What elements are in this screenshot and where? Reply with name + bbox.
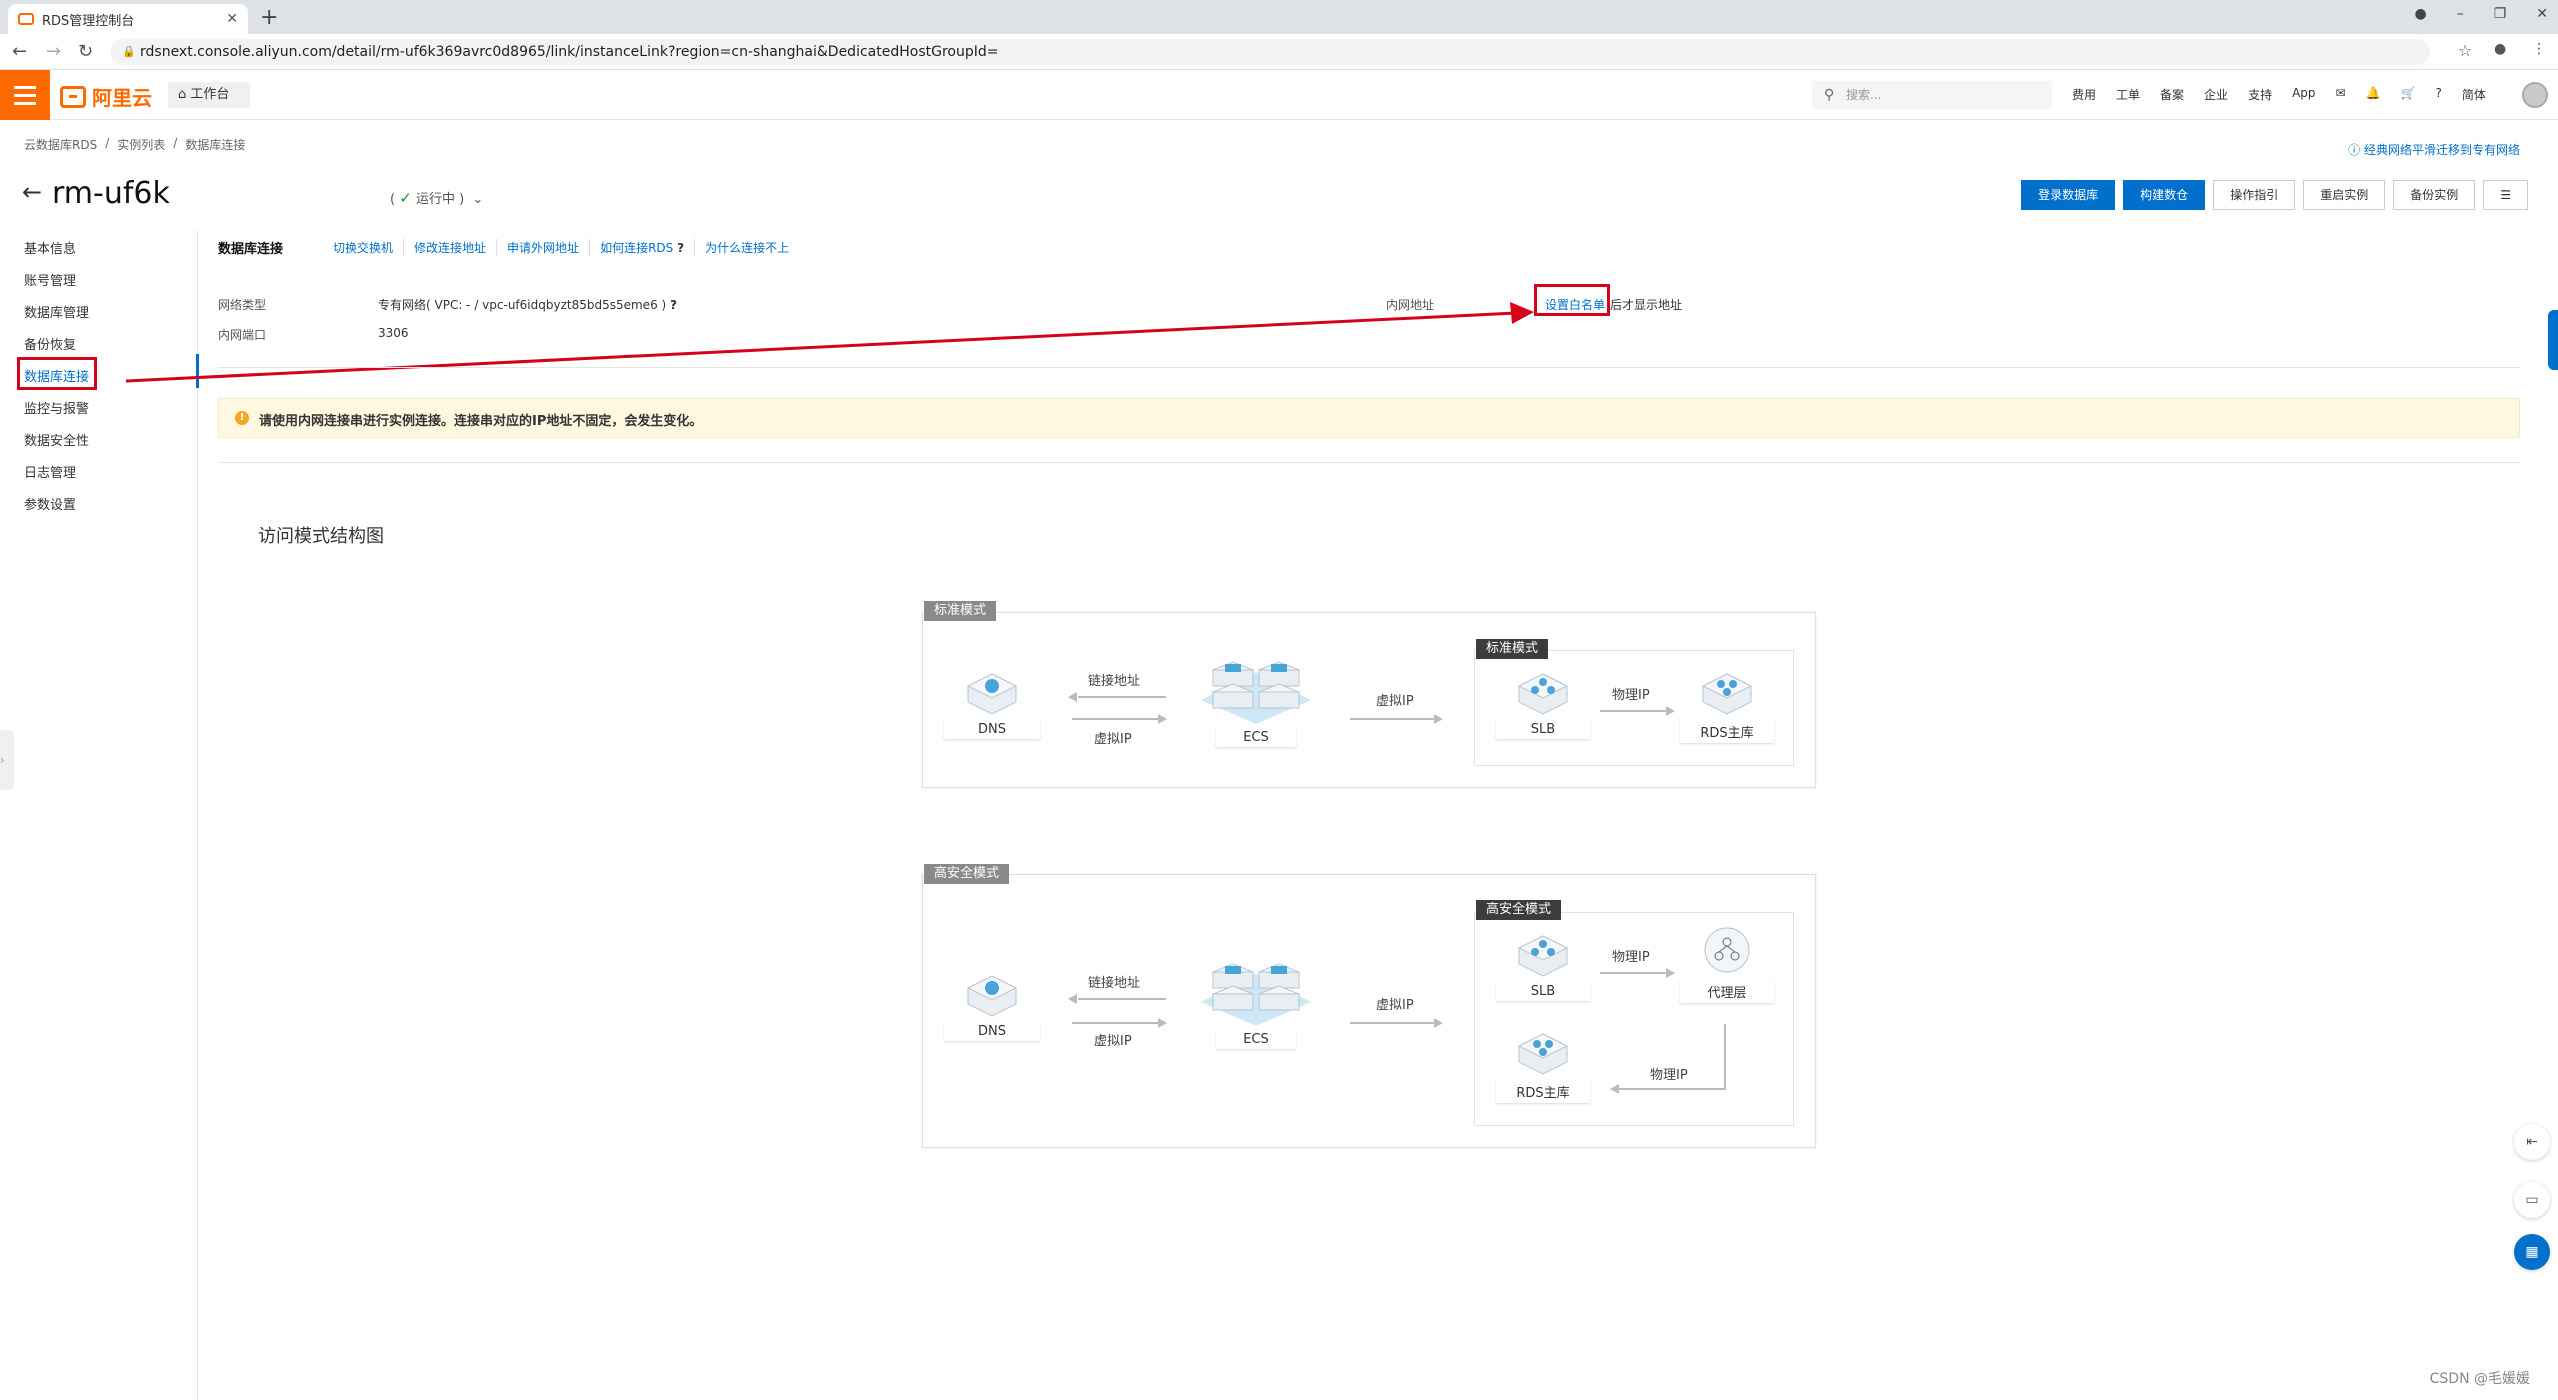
dns-label: DNS xyxy=(944,720,1040,739)
feedback-icon[interactable]: ⇤ xyxy=(2514,1124,2550,1160)
arrow-line xyxy=(1600,972,1666,974)
dns-node: DNS xyxy=(944,972,1040,1041)
arrow-line xyxy=(1072,718,1158,720)
chat-icon[interactable]: ▭ xyxy=(2514,1182,2550,1218)
dns-icon xyxy=(966,673,1018,715)
arrow-line xyxy=(1072,1022,1158,1024)
arrow-head-right xyxy=(1434,714,1443,724)
arrow-head-left xyxy=(1610,1084,1619,1094)
arrow-line xyxy=(1078,998,1166,1000)
proxy-label: 代理层 xyxy=(1680,980,1774,1003)
ecs-node: ECS xyxy=(1188,660,1324,747)
arrow-line xyxy=(1724,1024,1726,1088)
physical-ip-label: 物理IP xyxy=(1612,688,1650,703)
notice-banner: ! 请使用内网连接串进行实例连接。连接串对应的IP地址不固定，会发生变化。 xyxy=(218,398,2520,438)
rds-primary-node: RDS主库 xyxy=(1496,1030,1590,1103)
arrow-head-right xyxy=(1434,1018,1443,1028)
notice-text: 请使用内网连接串进行实例连接。连接串对应的IP地址不固定，会发生变化。 xyxy=(259,414,703,429)
link-address-label: 链接地址 xyxy=(1088,674,1141,689)
vip-back-label: 虚拟IP xyxy=(1094,732,1132,747)
watermark: CSDN @毛媛媛 xyxy=(2429,1371,2530,1387)
slb-label: SLB xyxy=(1496,720,1590,739)
dns-label: DNS xyxy=(944,1022,1040,1041)
arrow-line xyxy=(1600,710,1666,712)
ecs-label: ECS xyxy=(1216,1030,1296,1049)
slb-node: SLB xyxy=(1496,932,1590,1001)
arrow-head-left xyxy=(1068,994,1077,1004)
physical-ip-label: 物理IP xyxy=(1612,950,1650,965)
divider xyxy=(218,367,2520,368)
divider xyxy=(218,462,2520,463)
rds-icon xyxy=(1517,1033,1569,1075)
arrow-line xyxy=(1618,1088,1726,1090)
vip-back-label: 虚拟IP xyxy=(1094,1034,1132,1049)
arrow-head-left xyxy=(1068,692,1077,702)
rds-icon xyxy=(1701,673,1753,715)
ecs-icon xyxy=(1201,661,1311,724)
collapse-sidebar-handle[interactable]: › xyxy=(0,730,14,790)
apps-grid-icon[interactable]: ▦ xyxy=(2514,1234,2550,1270)
physical-ip-label-2: 物理IP xyxy=(1650,1068,1688,1083)
warning-icon: ! xyxy=(235,411,249,425)
slb-label: SLB xyxy=(1496,982,1590,1001)
arrow-line xyxy=(1350,718,1434,720)
rds-primary-node: RDS主库 xyxy=(1680,670,1774,743)
vip-label: 虚拟IP xyxy=(1376,694,1414,709)
standard-inner-tag: 标准模式 xyxy=(1476,639,1549,659)
proxy-node: 代理层 xyxy=(1680,926,1774,1003)
ecs-label: ECS xyxy=(1216,728,1296,747)
ecs-node: ECS xyxy=(1188,962,1324,1049)
secure-mode-tag: 高安全模式 xyxy=(924,864,1010,884)
vip-label: 虚拟IP xyxy=(1376,998,1414,1013)
slb-icon xyxy=(1517,673,1569,715)
side-panel-toggle[interactable] xyxy=(2548,310,2558,370)
arrow-line xyxy=(1350,1022,1434,1024)
arrow-head-right xyxy=(1158,1018,1167,1028)
standard-mode-tag: 标准模式 xyxy=(924,601,997,621)
arrow-head-right xyxy=(1666,706,1675,716)
secure-inner-tag: 高安全模式 xyxy=(1476,900,1562,920)
rds-label: RDS主库 xyxy=(1680,720,1774,743)
slb-icon xyxy=(1517,935,1569,977)
rds-label: RDS主库 xyxy=(1496,1080,1590,1103)
arrow-head-right xyxy=(1666,968,1675,978)
ecs-icon xyxy=(1201,963,1311,1026)
slb-node: SLB xyxy=(1496,670,1590,739)
arrow-head-right xyxy=(1158,714,1167,724)
dns-node: DNS xyxy=(944,670,1040,739)
proxy-icon xyxy=(1704,927,1750,973)
link-address-label: 链接地址 xyxy=(1088,976,1141,991)
arrow-line xyxy=(1078,696,1166,698)
dns-icon xyxy=(966,975,1018,1017)
diagram-title: 访问模式结构图 xyxy=(258,526,384,547)
